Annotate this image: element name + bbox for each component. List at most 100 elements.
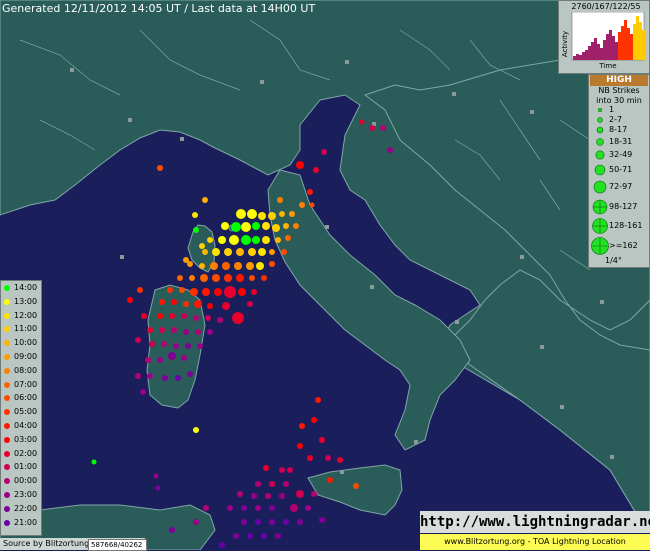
strike-marker <box>275 533 281 539</box>
strike-marker <box>195 329 201 335</box>
time-legend-dot <box>4 450 10 457</box>
strike-marker <box>175 375 181 381</box>
strike-marker <box>258 212 266 220</box>
strike-marker <box>249 275 255 281</box>
activity-bar <box>600 48 603 60</box>
website-url[interactable]: http://www.lightningradar.net <box>420 511 650 533</box>
strike-marker <box>247 533 253 539</box>
strike-marker <box>171 299 177 305</box>
strike-marker <box>234 262 242 270</box>
strike-marker <box>181 355 187 361</box>
strike-marker <box>232 312 244 324</box>
strike-legend-label: 8-17 <box>609 125 628 134</box>
activity-bar <box>615 42 618 60</box>
strike-marker <box>159 327 165 333</box>
strike-marker <box>171 327 177 333</box>
strike-marker <box>183 257 189 263</box>
strike-marker <box>145 357 151 363</box>
strike-marker <box>283 481 289 487</box>
time-legend-label: 03:00 <box>14 434 38 444</box>
strike-marker <box>231 222 241 232</box>
time-legend-label: 10:00 <box>14 338 38 348</box>
strike-marker <box>369 125 375 131</box>
strike-marker <box>311 491 317 497</box>
strike-marker <box>307 455 313 461</box>
strike-marker <box>219 542 225 548</box>
strike-marker <box>227 505 233 511</box>
strike-marker <box>202 197 208 203</box>
time-legend-label: 11:00 <box>14 324 38 334</box>
strike-marker <box>321 149 327 155</box>
strike-legend-circle <box>597 117 603 123</box>
strike-marker <box>268 212 276 220</box>
strike-marker <box>279 211 285 217</box>
strike-marker <box>222 262 230 270</box>
strike-marker <box>262 236 270 244</box>
strike-marker <box>246 262 254 270</box>
activity-graph-title: 2760/167/122/55 <box>571 2 641 11</box>
strike-marker <box>193 315 199 321</box>
strike-marker <box>248 248 256 256</box>
strike-legend-label: >=162 <box>609 241 638 250</box>
strike-marker <box>311 417 317 423</box>
strike-marker <box>218 236 226 244</box>
strike-marker <box>283 223 289 229</box>
activity-level-badge: HIGH <box>590 75 648 86</box>
strike-marker <box>236 209 246 219</box>
activity-bar <box>597 44 600 60</box>
strike-marker <box>233 533 239 539</box>
strike-marker <box>157 165 163 171</box>
strike-legend-heading-1: NB Strikes <box>598 86 640 95</box>
strike-marker <box>222 302 230 310</box>
strike-marker <box>205 315 211 321</box>
strike-marker <box>265 493 271 499</box>
time-legend-label: 23:00 <box>14 490 38 499</box>
strike-marker <box>212 274 220 282</box>
strike-marker <box>137 287 143 293</box>
strike-marker <box>319 437 325 443</box>
strike-marker <box>269 519 275 525</box>
strike-marker <box>251 289 257 295</box>
activity-bar <box>612 36 615 60</box>
strike-marker <box>261 275 267 281</box>
strike-marker <box>127 297 133 303</box>
strike-marker <box>380 125 386 131</box>
time-legend-label: 14:00 <box>14 283 38 292</box>
strike-marker <box>162 375 168 381</box>
time-legend-dot <box>4 381 10 388</box>
strike-marker <box>207 329 213 335</box>
strike-marker <box>202 288 210 296</box>
strike-marker <box>177 275 183 281</box>
strike-marker <box>229 235 239 245</box>
strike-marker <box>185 343 191 349</box>
strike-marker <box>263 465 269 471</box>
strike-marker <box>277 197 283 203</box>
strike-marker <box>269 505 275 511</box>
strike-marker <box>236 274 244 282</box>
activity-bar <box>591 42 594 60</box>
activity-bar <box>573 56 576 60</box>
strike-marker <box>224 274 232 282</box>
strike-marker <box>279 493 285 499</box>
strike-marker <box>359 119 365 125</box>
footer-credit: www.Blitzortung.org - TOA Lightning Loca… <box>420 534 650 550</box>
activity-bar <box>627 28 630 60</box>
time-legend-label: 04:00 <box>14 421 38 430</box>
strike-marker <box>135 337 141 343</box>
strike-legend-label: 98-127 <box>609 202 638 211</box>
strike-marker <box>91 459 97 465</box>
strike-marker <box>217 317 223 323</box>
strike-marker <box>315 397 321 403</box>
activity-bar <box>585 50 588 60</box>
strike-marker <box>141 313 147 319</box>
strike-legend-label: 2-7 <box>609 115 623 124</box>
strike-marker <box>299 423 305 429</box>
time-legend-dot <box>4 285 10 291</box>
time-legend-label: 21:00 <box>14 517 38 527</box>
strike-marker <box>194 300 202 308</box>
strike-marker <box>238 288 246 296</box>
time-legend-label: 01:00 <box>14 462 38 472</box>
strike-marker <box>256 262 264 270</box>
strike-marker <box>287 467 293 473</box>
activity-bar <box>609 30 612 60</box>
